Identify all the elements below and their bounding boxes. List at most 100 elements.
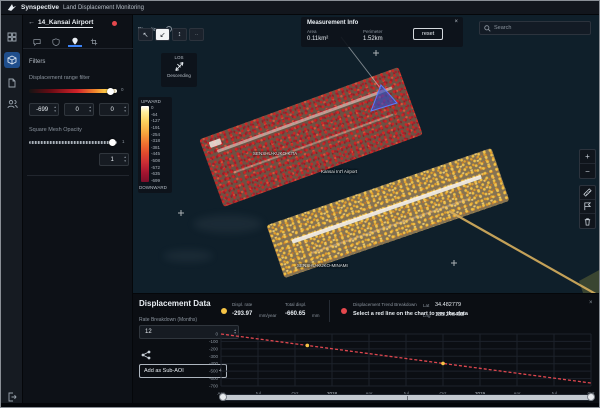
highlight-point[interactable] xyxy=(441,362,445,366)
tab-shield-icon[interactable] xyxy=(49,36,63,47)
total-displ-value: -660.65 xyxy=(285,311,305,317)
reset-button[interactable]: reset xyxy=(413,28,443,40)
area-value: 0.11km² xyxy=(307,36,328,42)
legend-tick: -191 xyxy=(151,125,160,130)
legend-color-bar xyxy=(141,106,149,182)
legend-tick: -254 xyxy=(151,132,160,137)
range-filter-label: Displacement range filter xyxy=(29,75,90,81)
tab-comment-icon[interactable] xyxy=(30,36,44,47)
legend-tick: 0 xyxy=(151,105,160,110)
map-canvas[interactable]: SENSHU-KUKO-KITA Kansai Int'l Airport SE… xyxy=(133,15,600,293)
trash-icon[interactable] xyxy=(580,214,595,228)
map-place-label: SENSHU-KUKO-MINAMI xyxy=(297,263,348,268)
search-input[interactable]: Search xyxy=(494,25,511,31)
top-bar: Synspective Land Displacement Monitoring xyxy=(1,1,600,15)
zoom-in-button[interactable]: + xyxy=(580,150,595,164)
opacity-spinner[interactable]: 1 ▴▾ xyxy=(99,153,129,166)
map-place-label: SENSHU-KUKO-KITA xyxy=(253,151,297,156)
range-max-label: 0 xyxy=(121,87,124,92)
close-panel-icon[interactable]: × xyxy=(589,300,593,306)
legend-tick-labels: 0-64-127-191-254-318-381-445-508-572-635… xyxy=(151,105,160,183)
legend-tick: -445 xyxy=(151,151,160,156)
tab-crop-icon[interactable] xyxy=(87,36,101,47)
legend-upward-label: UPWARD xyxy=(141,99,172,104)
legend-tick: -318 xyxy=(151,138,160,143)
dashboard-icon[interactable] xyxy=(4,29,20,45)
lng-value: 135.246493 xyxy=(435,312,464,318)
y-axis-tick: -600 xyxy=(209,376,219,381)
trend-series-dot xyxy=(341,308,347,314)
users-icon[interactable] xyxy=(4,96,20,112)
displacement-chart[interactable]: 0-100-200-300-400-500-600-700AprJulOct20… xyxy=(199,326,599,400)
los-mode-label: Descending xyxy=(161,73,197,78)
product-name: Land Displacement Monitoring xyxy=(63,5,144,11)
legend-tick: -572 xyxy=(151,165,160,170)
legend-tick: -64 xyxy=(151,112,160,117)
y-axis-tick: 0 xyxy=(215,332,218,337)
direction-dots-button[interactable]: ∙∙ xyxy=(189,28,204,41)
displ-rate-unit: mm/year xyxy=(259,313,277,318)
range-min-spinner[interactable]: -699 ▴▾ xyxy=(29,103,59,116)
measurement-polygon xyxy=(371,85,397,111)
close-icon[interactable]: × xyxy=(454,19,458,25)
zoom-out-button[interactable]: − xyxy=(580,164,595,178)
perimeter-label: Perimeter xyxy=(363,29,383,34)
aoi-title: 14_Kansai Airport xyxy=(38,19,93,28)
lat-label: Lat xyxy=(423,303,429,308)
legend-tick: -127 xyxy=(151,118,160,123)
range-mid-spinner[interactable]: 0 ▴▾ xyxy=(64,103,94,116)
legend-tick: -699 xyxy=(151,178,160,183)
bottom-strip xyxy=(1,403,600,408)
panel-title: Displacement Data xyxy=(139,299,211,308)
y-axis-tick: -400 xyxy=(209,361,219,366)
displ-rate-label: Displ. rate xyxy=(232,302,252,307)
range-filter-slider-knob[interactable] xyxy=(107,88,114,95)
legend-tick: -635 xyxy=(151,171,160,176)
displ-rate-value: -293.97 xyxy=(232,311,252,317)
direction-nw-button[interactable]: ↖ xyxy=(138,28,153,41)
y-axis-tick: -500 xyxy=(209,369,219,374)
tab-pin-icon[interactable] xyxy=(68,36,82,47)
displacement-data-panel: Displacement Data Rate Breakdown (Months… xyxy=(133,293,600,403)
zoom-control: + − xyxy=(579,149,596,179)
legend-tick: -381 xyxy=(151,145,160,150)
bridge-line xyxy=(449,211,600,293)
range-center-notch xyxy=(407,396,408,400)
draw-tools xyxy=(579,185,596,229)
range-filter-slider[interactable] xyxy=(29,89,117,93)
opacity-value-label: 1 xyxy=(122,139,125,144)
opacity-slider[interactable] xyxy=(29,141,117,144)
highlight-point[interactable] xyxy=(306,344,310,348)
sites-cube-icon[interactable] xyxy=(4,52,20,68)
opacity-slider-knob[interactable] xyxy=(109,139,116,146)
rate-breakdown-label: Rate Breakdown (Months) xyxy=(139,317,197,323)
los-indicator: LOS Descending xyxy=(161,53,197,87)
range-max-spinner[interactable]: 0 ▴▾ xyxy=(99,103,129,116)
y-axis-tick: -100 xyxy=(209,339,219,344)
direction-sw-button[interactable]: ↙ xyxy=(155,28,170,41)
search-icon xyxy=(484,25,491,32)
lng-label: Lng xyxy=(423,313,431,318)
total-displ-label: Total displ. xyxy=(285,302,306,307)
map-place-label: Kansai Int'l Airport xyxy=(321,169,357,174)
range-handle-right[interactable] xyxy=(587,393,595,401)
left-icon-rail xyxy=(1,15,23,408)
share-icon[interactable] xyxy=(141,350,151,360)
synspective-logo-icon xyxy=(7,3,17,12)
app-window: Synspective Land Displacement Monitoring… xyxy=(0,0,600,408)
chart-range-slider[interactable] xyxy=(219,394,595,401)
perimeter-value: 1.52km xyxy=(363,36,383,42)
range-handle-left[interactable] xyxy=(219,393,227,401)
rate-series-dot xyxy=(221,308,227,314)
back-button[interactable]: ← xyxy=(28,19,35,26)
report-icon[interactable] xyxy=(4,75,20,91)
opacity-label: Square Mesh Opacity xyxy=(29,127,82,133)
search-box[interactable]: Search xyxy=(479,21,591,35)
polygon-flag-icon[interactable] xyxy=(580,200,595,214)
lat-value: 34.482779 xyxy=(435,302,461,308)
y-axis-tick: -700 xyxy=(209,384,219,389)
aoi-panel: ← 14_Kansai Airport Filters Displacement… xyxy=(23,15,133,408)
direction-vertical-button[interactable]: ↕ xyxy=(172,28,187,41)
ruler-icon[interactable] xyxy=(580,186,595,200)
map-cross-markers xyxy=(178,50,457,266)
